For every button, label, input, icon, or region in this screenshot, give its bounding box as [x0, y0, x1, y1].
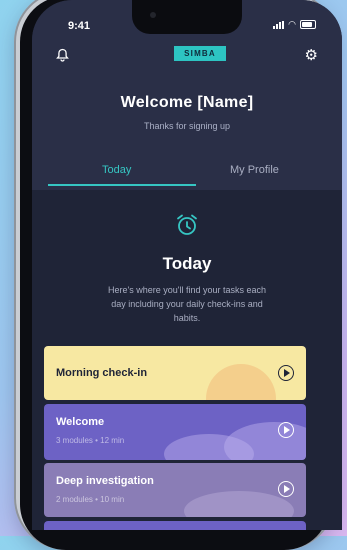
play-icon[interactable]: [278, 422, 294, 438]
page-title: Welcome [Name]: [120, 94, 254, 111]
card-morning-check-in[interactable]: Morning check-in: [44, 346, 306, 400]
status-icons: ◠: [273, 20, 316, 29]
card-meta: 2 modules • 10 min: [56, 495, 125, 504]
gear-icon[interactable]: ⚙: [305, 46, 318, 64]
battery-icon: [300, 20, 316, 29]
signal-icon: [273, 20, 285, 29]
phone-frame: 9:41 ◠ SIMBA ⚙ Welcome [Name] Thanks for…: [14, 0, 342, 550]
card-next[interactable]: [44, 521, 306, 530]
card-title: Morning check-in: [56, 367, 148, 379]
section-description: Here's where you'll find your tasks each…: [107, 285, 266, 323]
status-time: 9:41: [68, 20, 91, 32]
play-icon[interactable]: [278, 365, 294, 381]
wifi-icon: ◠: [288, 19, 296, 29]
notch: [132, 0, 242, 34]
page-subtitle: Thanks for signing up: [143, 121, 231, 131]
section-title: Today: [162, 254, 212, 273]
brand-logo: SIMBA: [174, 46, 226, 61]
card-meta: 3 modules • 12 min: [56, 436, 125, 445]
app-screen: 9:41 ◠ SIMBA ⚙ Welcome [Name] Thanks for…: [32, 0, 342, 530]
tab-my-profile[interactable]: My Profile: [230, 164, 279, 176]
card-deep-investigation[interactable]: Deep investigation 2 modules • 10 min: [44, 463, 306, 517]
camera-dot: [150, 12, 156, 18]
cloud-decoration: [184, 491, 294, 517]
card-welcome[interactable]: Welcome 3 modules • 12 min: [44, 404, 306, 460]
sun-decoration: [206, 364, 276, 400]
card-title: Welcome: [56, 416, 105, 428]
active-tab-indicator: [48, 184, 196, 186]
play-icon[interactable]: [278, 481, 294, 497]
tab-today[interactable]: Today: [102, 164, 131, 176]
card-title: Deep investigation: [56, 475, 154, 487]
bell-icon[interactable]: [56, 48, 69, 65]
alarm-clock-icon: [174, 212, 200, 238]
